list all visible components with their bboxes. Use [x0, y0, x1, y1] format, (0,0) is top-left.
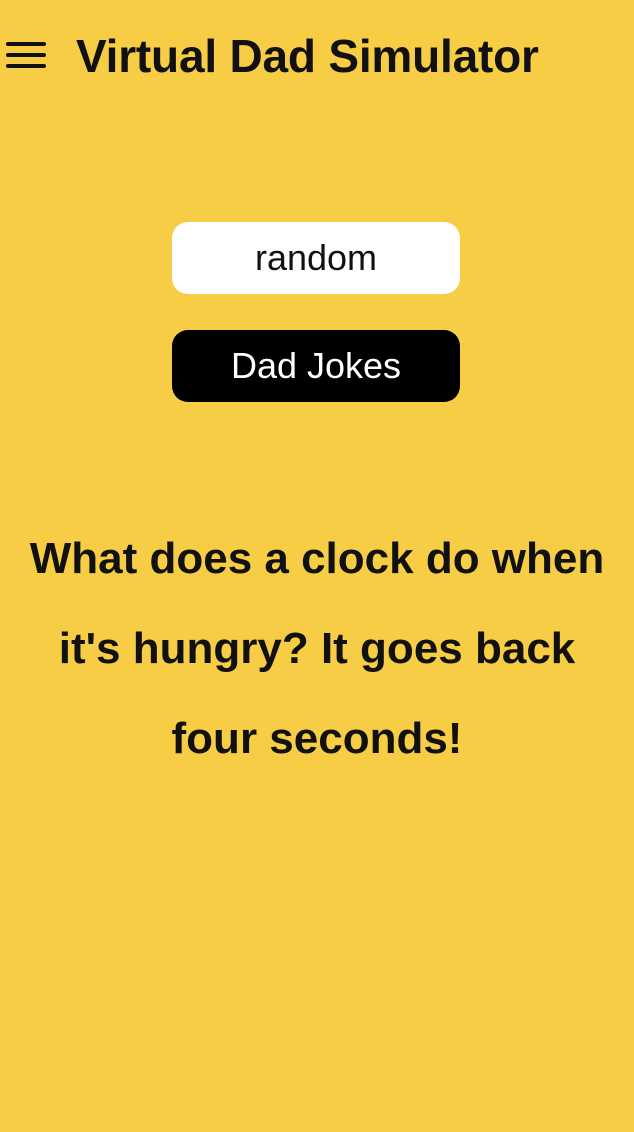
app-header: Virtual Dad Simulator — [0, 0, 634, 110]
dad-jokes-button-label: Dad Jokes — [230, 345, 402, 386]
app-title: Virtual Dad Simulator — [76, 30, 539, 82]
joke-text: What does a clock do when it's hungry? I… — [29, 534, 605, 763]
category-select[interactable]: random — [172, 222, 460, 294]
hamburger-menu-icon — [6, 42, 46, 68]
menu-button[interactable] — [6, 39, 46, 71]
dad-jokes-button[interactable]: Dad Jokes — [172, 330, 460, 402]
category-select-value: random — [254, 237, 378, 278]
